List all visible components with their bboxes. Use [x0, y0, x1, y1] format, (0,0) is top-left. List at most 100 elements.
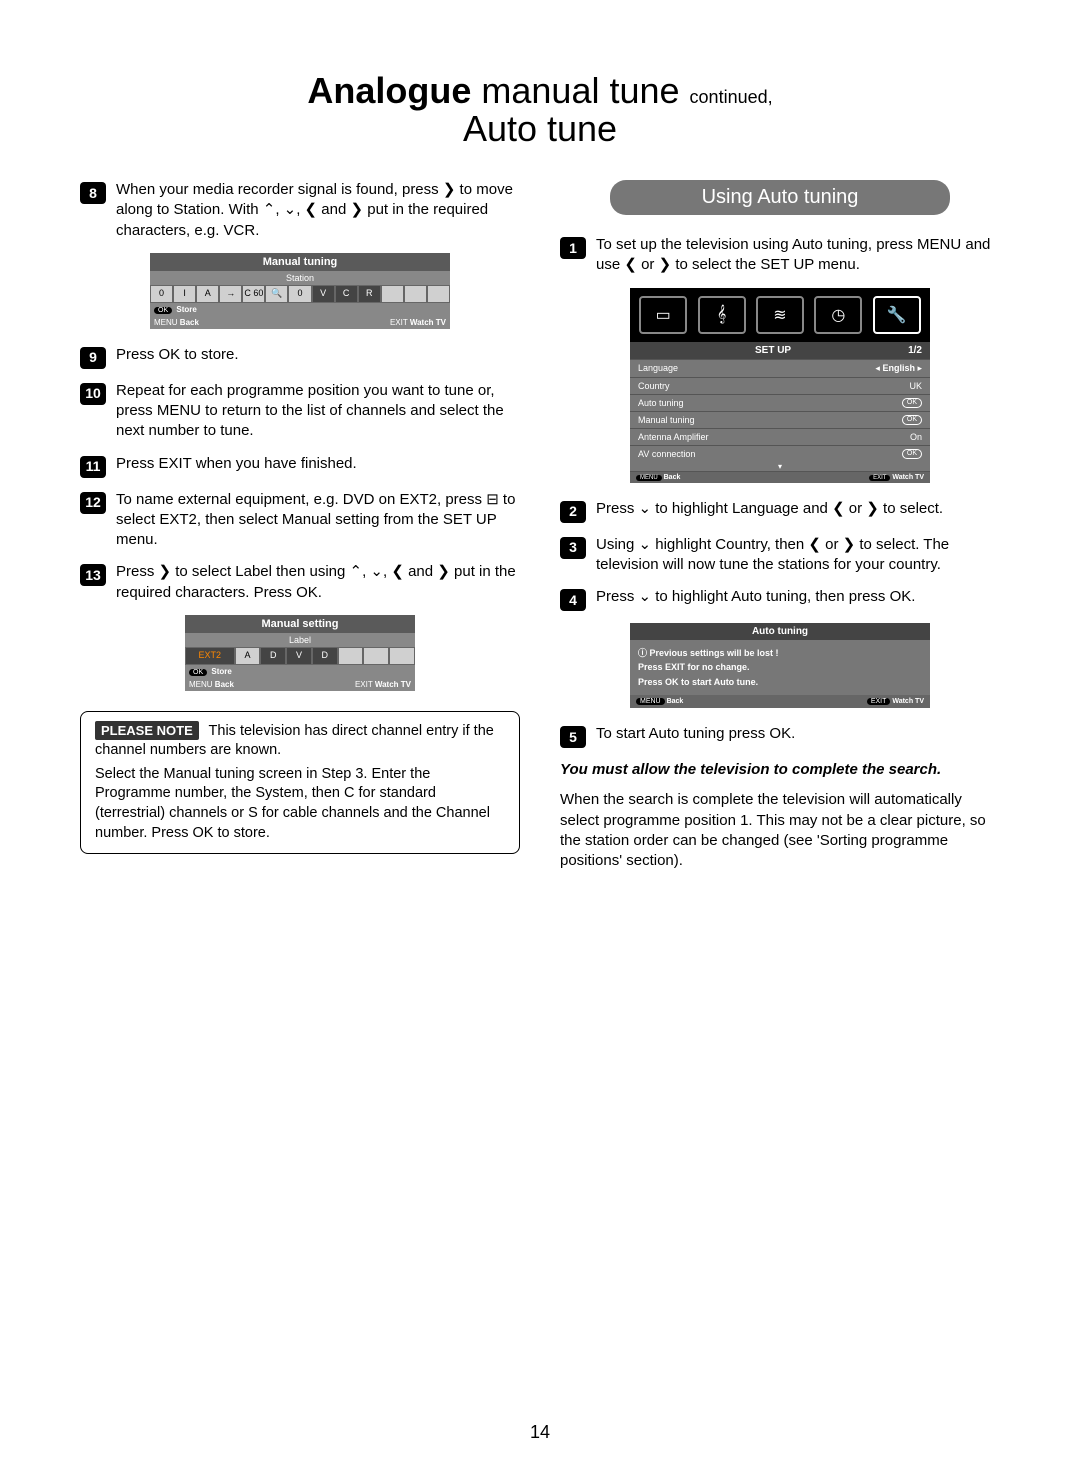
step-13: 13 Press ❯ to select Label then using ⌃,…	[80, 562, 520, 603]
label: Watch TV	[375, 680, 411, 689]
osd-setup: ▭ 𝄞 ≋ ◷ 🔧 SET UP 1/2 Language ◂ English …	[630, 288, 930, 483]
step-num: 1	[560, 237, 586, 259]
setup-page: 1/2	[908, 345, 922, 356]
title-continued: continued,	[690, 87, 773, 107]
setup-row: Manual tuning OK	[630, 411, 930, 428]
osd-cell: 0	[150, 285, 173, 303]
osd-ext-label: EXT2	[185, 647, 235, 665]
step-num: 3	[560, 537, 586, 559]
step-text: Press ❯ to select Label then using ⌃, ⌄,…	[116, 562, 520, 603]
osd-cell: →	[219, 285, 242, 303]
row-val: English	[882, 363, 915, 373]
picture-icon: ▭	[639, 296, 687, 334]
setup-row: Antenna Amplifier On	[630, 428, 930, 445]
feature-icon: ≋	[756, 296, 804, 334]
setup-row: Country UK	[630, 377, 930, 394]
osd-cell: V	[312, 285, 335, 303]
osd-auto-tuning: Auto tuning ⓘ Previous settings will be …	[630, 623, 930, 708]
osd-footer2: MENU Back EXIT Watch TV	[150, 316, 450, 329]
osd-cell: C 60	[242, 285, 265, 303]
osd-cell: V	[286, 647, 312, 665]
osd-cell	[389, 647, 415, 665]
sound-icon: 𝄞	[698, 296, 746, 334]
osd-footer2: MENU Back EXIT Watch TV	[185, 678, 415, 691]
step-3: 3 Using ⌄ highlight Country, then ❮ or ❯…	[560, 535, 1000, 576]
step-9: 9 Press OK to store.	[80, 345, 520, 369]
osd-sub: Label	[185, 633, 415, 647]
step-text: To name external equipment, e.g. DVD on …	[116, 490, 520, 551]
menu-pill: MENU	[636, 475, 662, 481]
menu-pill: MENU	[154, 318, 178, 327]
closing-paragraph: When the search is complete the televisi…	[560, 790, 1000, 871]
setup-title: SET UP	[755, 345, 791, 356]
step-11: 11 Press EXIT when you have finished.	[80, 454, 520, 478]
note-badge: PLEASE NOTE	[95, 721, 199, 740]
row-val: On	[910, 432, 922, 442]
title-rest: manual tune	[471, 70, 689, 111]
step-text: To set up the television using Auto tuni…	[596, 235, 1000, 276]
osd-cell: D	[312, 647, 338, 665]
menu-pill: MENU	[189, 680, 213, 689]
osd-cell	[404, 285, 427, 303]
warning-line: Press EXIT for no change.	[638, 662, 750, 672]
step-4: 4 Press ⌄ to highlight Auto tuning, then…	[560, 587, 1000, 611]
osd-title: Manual setting	[185, 615, 415, 633]
osd-sub: Station	[150, 271, 450, 285]
manual-page: Analogue manual tune continued, Auto tun…	[0, 0, 1080, 1473]
osd-cell	[363, 647, 389, 665]
step-5: 5 To start Auto tuning press OK.	[560, 724, 1000, 748]
exit-pill: EXIT	[355, 680, 373, 689]
step-text: To start Auto tuning press OK.	[596, 724, 1000, 744]
step-num: 5	[560, 726, 586, 748]
note-line2: Select the Manual tuning screen in Step …	[95, 765, 505, 843]
setup-row: AV connection OK	[630, 445, 930, 462]
step-text: Press ⌄ to highlight Auto tuning, then p…	[596, 587, 1000, 607]
step-12: 12 To name external equipment, e.g. DVD …	[80, 490, 520, 551]
step-num: 13	[80, 564, 106, 586]
osd-footer: OK Store	[150, 303, 450, 316]
row-key: Manual tuning	[638, 415, 695, 425]
exit-pill: EXIT	[869, 475, 890, 481]
label: Store	[176, 305, 196, 314]
ok-pill: OK	[902, 449, 922, 459]
osd-cell: A	[196, 285, 219, 303]
row-key: AV connection	[638, 449, 695, 459]
step-text: When your media recorder signal is found…	[116, 180, 520, 241]
row-key: Antenna Amplifier	[638, 432, 709, 442]
label: Back	[664, 474, 681, 481]
osd-cell	[338, 647, 364, 665]
osd-cell	[427, 285, 450, 303]
step-text: Press EXIT when you have finished.	[116, 454, 520, 474]
exit-pill: EXIT	[390, 318, 408, 327]
osd-cell: I	[173, 285, 196, 303]
step-num: 10	[80, 383, 106, 405]
osd-manual-setting: Manual setting Label EXT2 A D V D OK Sto…	[185, 615, 415, 691]
down-arrow-icon: ▾	[630, 462, 930, 471]
label: Watch TV	[892, 474, 924, 481]
step-text: Press OK to store.	[116, 345, 520, 365]
step-text: Press ⌄ to highlight Language and ❮ or ❯…	[596, 499, 1000, 519]
setup-row: Auto tuning OK	[630, 394, 930, 411]
please-note-box: PLEASE NOTE This television has direct c…	[80, 711, 520, 854]
label: Back	[180, 318, 199, 327]
right-column: Using Auto tuning 1 To set up the televi…	[560, 180, 1000, 871]
step-num: 12	[80, 492, 106, 514]
step-num: 4	[560, 589, 586, 611]
setup-icon-row: ▭ 𝄞 ≋ ◷ 🔧	[630, 288, 930, 342]
warning-line: Press OK to start Auto tune.	[638, 677, 758, 687]
row-val: UK	[909, 381, 922, 391]
label: Watch TV	[410, 318, 446, 327]
label: Store	[211, 667, 231, 676]
step-1: 1 To set up the television using Auto tu…	[560, 235, 1000, 276]
menu-pill: MENU	[636, 698, 665, 705]
osd-body: ⓘ Previous settings will be lost ! Press…	[630, 640, 930, 695]
step-8: 8 When your media recorder signal is fou…	[80, 180, 520, 241]
step-num: 11	[80, 456, 106, 478]
timer-icon: ◷	[814, 296, 862, 334]
setup-titlebar: SET UP 1/2	[630, 342, 930, 359]
section-header: Using Auto tuning	[610, 180, 950, 215]
osd-cell: R	[358, 285, 381, 303]
step-2: 2 Press ⌄ to highlight Language and ❮ or…	[560, 499, 1000, 523]
osd-title: Auto tuning	[630, 623, 930, 640]
label: Back	[215, 680, 234, 689]
